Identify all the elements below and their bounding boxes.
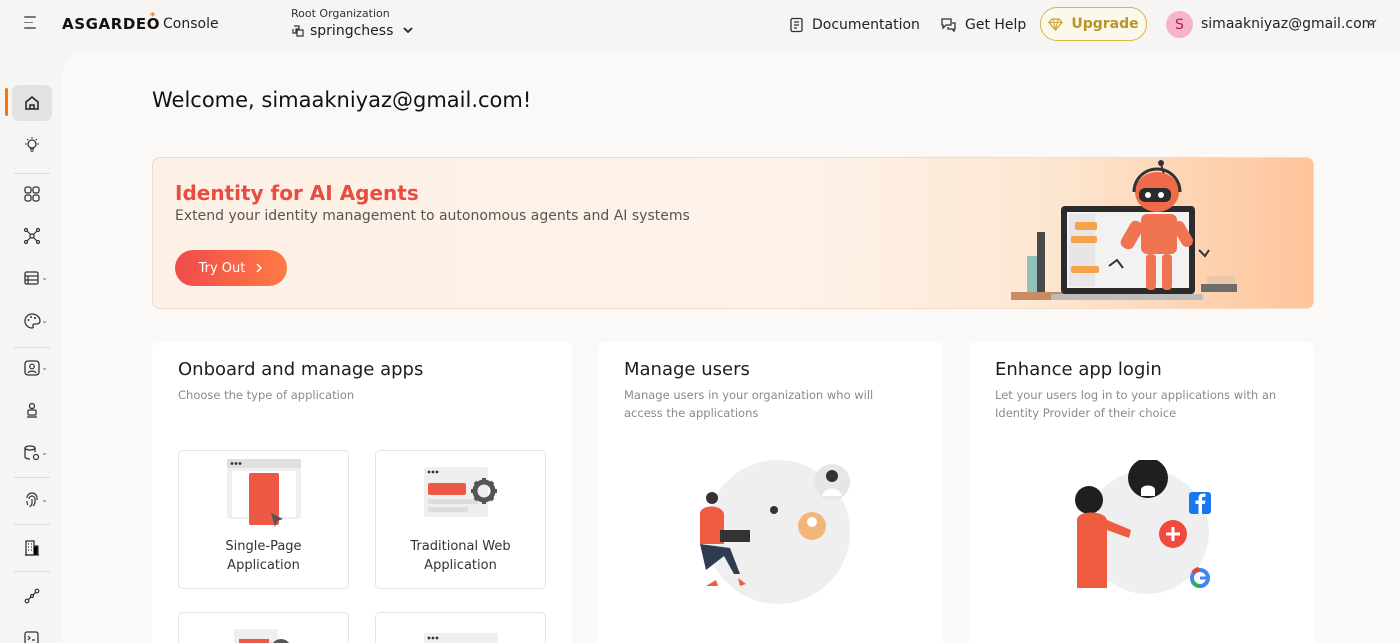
traditional-web-app-icon bbox=[424, 467, 497, 517]
chevron-down-icon bbox=[403, 27, 413, 34]
sidebar-item-organizations[interactable] bbox=[12, 530, 52, 566]
card-subtitle: Manage users in your organization who wi… bbox=[624, 386, 873, 422]
card-title: Manage users bbox=[624, 359, 750, 380]
card-title: Onboard and manage apps bbox=[178, 359, 424, 380]
tile-label: Single-Page Application bbox=[179, 537, 348, 575]
palette-icon bbox=[24, 313, 41, 329]
user-email[interactable]: simaakniyaz@gmail.com bbox=[1201, 16, 1375, 32]
page-title: Welcome, simaakniyaz@gmail.com! bbox=[152, 88, 532, 112]
chat-bubbles-icon bbox=[941, 18, 956, 33]
document-icon bbox=[790, 17, 803, 33]
product-name: Console bbox=[163, 16, 219, 32]
onboard-apps-card: Onboard and manage apps Choose the type … bbox=[152, 342, 572, 643]
manage-users-illustration bbox=[700, 460, 850, 604]
single-page-app-icon bbox=[227, 459, 301, 527]
try-out-label: Try Out bbox=[198, 260, 246, 276]
traditional-web-app-tile[interactable]: Traditional Web Application bbox=[375, 450, 546, 589]
tile-label-line: Single-Page bbox=[225, 539, 302, 554]
building-icon bbox=[25, 540, 39, 556]
card-subtitle: Let your users log in to your applicatio… bbox=[995, 386, 1276, 422]
standard-app-tile[interactable] bbox=[375, 612, 546, 643]
tile-label: Traditional Web Application bbox=[376, 537, 545, 575]
sidebar-item-user-stores[interactable]: ⌄ bbox=[12, 435, 52, 471]
upgrade-button[interactable]: Upgrade bbox=[1040, 7, 1147, 41]
diamond-icon bbox=[1048, 17, 1064, 31]
sidebar-divider bbox=[14, 524, 50, 525]
main-content: Welcome, simaakniyaz@gmail.com! Identity… bbox=[62, 50, 1400, 643]
chevron-down-icon[interactable] bbox=[1364, 18, 1378, 28]
card-subtitle-line: Let your users log in to your applicatio… bbox=[995, 388, 1277, 402]
database-settings-icon bbox=[24, 445, 40, 461]
logo-mark: * bbox=[150, 11, 156, 22]
card-title: Enhance app login bbox=[995, 359, 1162, 380]
banner-subtitle: Extend your identity management to auton… bbox=[175, 208, 690, 224]
sidebar-item-applications[interactable] bbox=[12, 176, 52, 212]
sidebar-divider bbox=[14, 173, 50, 174]
sidebar-divider bbox=[14, 347, 50, 348]
avatar[interactable]: S bbox=[1166, 11, 1193, 38]
card-subtitle-line: Identity Provider of their choice bbox=[995, 406, 1177, 420]
sidebar-item-workflows[interactable] bbox=[12, 578, 52, 614]
sidebar-item-resources[interactable]: ⌄ bbox=[12, 260, 52, 296]
banner-title: Identity for AI Agents bbox=[175, 181, 419, 205]
upgrade-label: Upgrade bbox=[1071, 16, 1139, 32]
chevron-down-icon: ⌄ bbox=[41, 363, 48, 372]
single-page-app-tile[interactable]: Single-Page Application bbox=[178, 450, 349, 589]
home-icon bbox=[25, 96, 39, 110]
org-label: Root Organization bbox=[291, 7, 390, 20]
sidebar-item-branding[interactable]: ⌄ bbox=[12, 303, 52, 339]
mobile-app-tile[interactable] bbox=[178, 612, 349, 643]
sidebar-item-user-attributes[interactable] bbox=[12, 392, 52, 428]
try-out-button[interactable]: Try Out bbox=[175, 250, 287, 286]
user-card-icon bbox=[24, 360, 40, 376]
sidebar-item-login-security[interactable]: ⌄ bbox=[12, 482, 52, 518]
asgardeo-logo[interactable]: ASGARDEO bbox=[62, 15, 160, 33]
sidebar-item-logs[interactable] bbox=[12, 620, 52, 643]
menu-toggle-icon[interactable] bbox=[24, 16, 40, 32]
org-switcher[interactable]: springchess bbox=[291, 22, 416, 40]
connections-icon bbox=[23, 227, 41, 245]
chevron-down-icon: ⌄ bbox=[41, 273, 48, 282]
enhance-login-illustration bbox=[1075, 460, 1211, 594]
standard-app-icon bbox=[424, 633, 498, 643]
mobile-app-icon bbox=[234, 629, 289, 643]
get-help-link[interactable]: Get Help bbox=[940, 14, 1026, 36]
manage-users-card[interactable]: Manage users Manage users in your organi… bbox=[598, 342, 943, 643]
chevron-down-icon: ⌄ bbox=[41, 495, 48, 504]
tile-label-line: Traditional Web bbox=[410, 539, 511, 554]
sidebar-item-getting-started[interactable] bbox=[12, 127, 52, 163]
card-subtitle-line: access the applications bbox=[624, 406, 759, 420]
logs-icon bbox=[24, 631, 39, 643]
sidebar-divider bbox=[14, 571, 50, 572]
sidebar-item-user-management[interactable]: ⌄ bbox=[12, 350, 52, 386]
tile-label-line: Application bbox=[424, 558, 497, 573]
org-name: springchess bbox=[310, 23, 394, 39]
chevron-down-icon: ⌄ bbox=[41, 316, 48, 325]
card-subtitle: Choose the type of application bbox=[178, 388, 355, 402]
lightbulb-icon bbox=[25, 137, 39, 152]
documentation-label: Documentation bbox=[812, 17, 920, 33]
robot-laptop-illustration bbox=[1011, 160, 1237, 300]
table-icon bbox=[24, 271, 39, 285]
enhance-login-card[interactable]: Enhance app login Let your users log in … bbox=[969, 342, 1314, 643]
sidebar-item-connections[interactable] bbox=[12, 218, 52, 254]
sidebar-item-home[interactable] bbox=[12, 85, 52, 121]
top-header: ASGARDEO * Console Root Organization spr… bbox=[0, 0, 1400, 50]
get-help-label: Get Help bbox=[965, 17, 1027, 33]
sidebar-divider bbox=[14, 477, 50, 478]
ai-agents-banner: Identity for AI Agents Extend your ident… bbox=[152, 157, 1314, 309]
chevron-right-icon bbox=[256, 263, 263, 273]
tile-label-line: Application bbox=[227, 558, 300, 573]
active-indicator bbox=[5, 88, 8, 116]
chevron-down-icon: ⌄ bbox=[41, 448, 48, 457]
workflow-icon bbox=[24, 588, 40, 604]
user-stand-icon bbox=[27, 402, 37, 418]
applications-grid-icon bbox=[24, 186, 40, 202]
card-subtitle-line: Manage users in your organization who wi… bbox=[624, 388, 874, 402]
sidebar: ⌄ ⌄ ⌄ ⌄ ⌄ bbox=[0, 50, 62, 643]
documentation-link[interactable]: Documentation bbox=[789, 14, 920, 36]
fingerprint-icon bbox=[26, 492, 38, 508]
organization-icon bbox=[292, 25, 304, 37]
